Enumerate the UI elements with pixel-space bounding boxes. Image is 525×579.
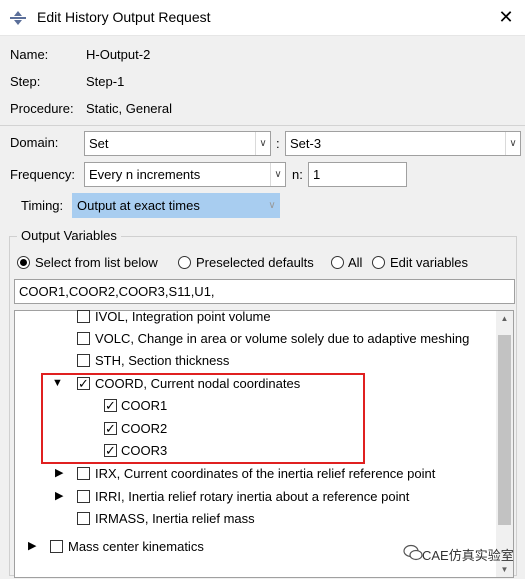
domain-select-value: Set: [89, 136, 109, 151]
radio-edit-variables-label[interactable]: Edit variables: [390, 255, 468, 270]
scroll-up-icon[interactable]: ▲: [496, 314, 513, 323]
step-label: Step:: [10, 74, 41, 89]
n-label: n:: [292, 167, 303, 182]
procedure-label: Procedure:: [10, 101, 74, 116]
radio-all-label[interactable]: All: [348, 255, 362, 270]
list-item-label: IRRI, Inertia relief rotary inertia abou…: [95, 489, 410, 504]
checkbox-volc[interactable]: [77, 332, 90, 345]
variables-text-field[interactable]: COOR1,COOR2,COOR3,S11,U1,: [14, 279, 515, 304]
step-value: Step-1: [86, 74, 125, 89]
list-item-label: IRX, Current coordinates of the inertia …: [95, 466, 436, 481]
separator: [0, 125, 525, 126]
set-select[interactable]: Set-3 ∨: [285, 131, 521, 156]
list-item-label: STH, Section thickness: [95, 353, 230, 368]
frequency-label: Frequency:: [10, 167, 76, 182]
list-item-label: VOLC, Change in area or volume solely du…: [95, 331, 470, 346]
title-bar: Edit History Output Request ✕: [0, 0, 525, 36]
chevron-down-icon: ∨: [255, 132, 270, 155]
timing-select[interactable]: Output at exact times ∨: [72, 193, 280, 218]
name-label: Name:: [10, 47, 49, 62]
domain-label: Domain:: [10, 135, 59, 150]
checkbox-ivol[interactable]: [77, 310, 90, 323]
close-button[interactable]: ✕: [491, 4, 521, 30]
list-item-label: IVOL, Integration point volume: [95, 309, 271, 324]
checkbox-irmass[interactable]: [77, 512, 90, 525]
checkbox-irri[interactable]: [77, 490, 90, 503]
checkbox-sth[interactable]: [77, 354, 90, 367]
frequency-select-value: Every n increments: [89, 167, 201, 182]
app-icon: [10, 11, 26, 25]
timing-label: Timing:: [21, 198, 64, 213]
checkbox-irx[interactable]: [77, 467, 90, 480]
list-item-label: Mass center kinematics: [68, 539, 204, 554]
window-title: Edit History Output Request: [37, 9, 211, 25]
procedure-value: Static, General: [86, 101, 172, 116]
set-select-value: Set-3: [290, 136, 322, 151]
scrollbar-thumb[interactable]: [498, 335, 511, 525]
chevron-down-icon: ∨: [264, 194, 279, 217]
list-item-label: IRMASS, Inertia relief mass: [95, 511, 255, 526]
output-variables-title: Output Variables: [17, 228, 121, 243]
radio-preselected-defaults[interactable]: [178, 256, 191, 269]
watermark-text: CAE仿真实验室: [422, 548, 514, 563]
name-value: H-Output-2: [86, 47, 151, 62]
radio-edit-variables[interactable]: [372, 256, 385, 269]
radio-select-from-list-label[interactable]: Select from list below: [35, 255, 158, 270]
domain-colon: :: [276, 136, 280, 151]
radio-preselected-defaults-label[interactable]: Preselected defaults: [196, 255, 314, 270]
radio-select-from-list[interactable]: [17, 256, 30, 269]
domain-select[interactable]: Set ∨: [84, 131, 271, 156]
highlight-rectangle: [41, 373, 365, 464]
scroll-down-icon[interactable]: ▼: [496, 565, 513, 574]
timing-select-value: Output at exact times: [77, 198, 200, 213]
frequency-select[interactable]: Every n increments ∨: [84, 162, 286, 187]
n-input[interactable]: 1: [308, 162, 407, 187]
chevron-down-icon: ∨: [270, 163, 285, 186]
wechat-icon: [403, 544, 423, 561]
checkbox-mass-center[interactable]: [50, 540, 63, 553]
collapsed-triangle-icon[interactable]: ▶: [55, 466, 63, 479]
radio-all[interactable]: [331, 256, 344, 269]
chevron-down-icon: ∨: [505, 132, 520, 155]
collapsed-triangle-icon[interactable]: ▶: [55, 489, 63, 502]
collapsed-triangle-icon[interactable]: ▶: [28, 539, 36, 552]
